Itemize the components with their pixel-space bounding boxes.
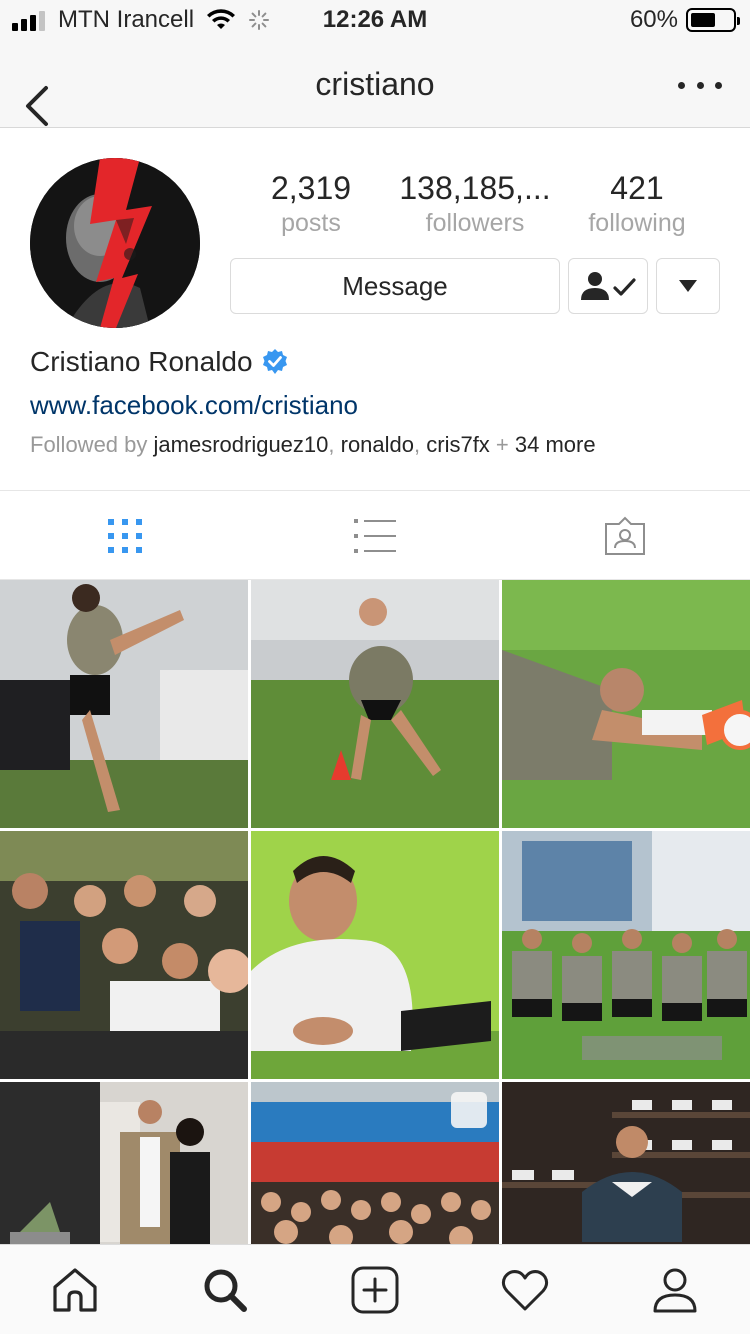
following-stat[interactable]: 421 following bbox=[552, 170, 722, 238]
following-status-button[interactable] bbox=[568, 258, 648, 314]
home-icon bbox=[53, 1268, 97, 1312]
avatar-image bbox=[30, 158, 200, 328]
grid-icon bbox=[108, 519, 142, 553]
nav-add-post[interactable] bbox=[300, 1245, 450, 1334]
bottom-navigation bbox=[0, 1244, 750, 1334]
nav-profile[interactable] bbox=[600, 1245, 750, 1334]
followers-count: 138,185,... bbox=[399, 170, 551, 206]
separator: , bbox=[414, 432, 427, 457]
nav-header: cristiano bbox=[0, 40, 750, 128]
nav-activity[interactable] bbox=[450, 1245, 600, 1334]
tab-grid[interactable] bbox=[0, 491, 250, 581]
tagged-icon bbox=[605, 516, 645, 555]
status-right: 60% bbox=[629, 6, 740, 34]
posts-label: posts bbox=[281, 209, 341, 237]
nav-home[interactable] bbox=[0, 1245, 150, 1334]
follower-username-2: ronaldo bbox=[340, 432, 415, 457]
page-title: cristiano bbox=[315, 66, 435, 102]
post-thumbnail[interactable] bbox=[251, 831, 499, 1079]
photo-grid bbox=[0, 580, 750, 1244]
profile-name: Cristiano Ronaldo bbox=[30, 346, 253, 377]
follower-username-3: cris7fx bbox=[426, 432, 490, 457]
separator: , bbox=[328, 432, 341, 457]
followers-stat[interactable]: 138,185,... followers bbox=[390, 170, 560, 238]
profile-tabs bbox=[0, 490, 750, 580]
post-thumbnail[interactable] bbox=[251, 580, 499, 828]
more-horizontal-icon[interactable] bbox=[678, 70, 722, 100]
status-bar: MTN Irancell 12:26 AM 60% bbox=[0, 0, 750, 40]
posts-stat[interactable]: 2,319 posts bbox=[226, 170, 396, 238]
post-thumbnail[interactable] bbox=[502, 1082, 750, 1244]
website-link[interactable]: www.facebook.com/cristiano bbox=[30, 390, 358, 421]
post-thumbnail[interactable] bbox=[0, 1082, 248, 1244]
add-post-icon bbox=[351, 1266, 399, 1314]
follower-username-1: jamesrodriguez10 bbox=[153, 432, 329, 457]
followers-label: followers bbox=[425, 209, 525, 237]
heart-icon bbox=[501, 1270, 549, 1311]
post-thumbnail[interactable] bbox=[0, 580, 248, 828]
triangle-down-icon bbox=[679, 280, 697, 292]
battery-percent: 60% bbox=[629, 6, 678, 33]
verified-badge-icon bbox=[262, 349, 287, 374]
posts-count: 2,319 bbox=[270, 170, 352, 206]
profile-name-row: Cristiano Ronaldo bbox=[30, 346, 289, 378]
profile-icon bbox=[653, 1268, 697, 1313]
followed-by-text[interactable]: Followed by jamesrodriguez10, ronaldo, c… bbox=[30, 432, 596, 458]
post-thumbnail[interactable] bbox=[0, 831, 248, 1079]
following-count: 421 bbox=[610, 170, 664, 206]
profile-stats: 2,319 posts 138,185,... followers 421 fo… bbox=[230, 170, 720, 250]
search-icon bbox=[204, 1269, 247, 1312]
plus-sign: + bbox=[489, 432, 515, 457]
avatar[interactable] bbox=[30, 158, 200, 328]
tab-tagged[interactable] bbox=[500, 491, 750, 581]
followed-by-prefix: Followed by bbox=[30, 432, 154, 457]
list-icon bbox=[354, 519, 396, 553]
post-thumbnail[interactable] bbox=[251, 1082, 499, 1244]
person-check-icon bbox=[581, 272, 636, 300]
post-thumbnail[interactable] bbox=[502, 831, 750, 1079]
suggested-dropdown-button[interactable] bbox=[656, 258, 720, 314]
more-followers: 34 more bbox=[514, 432, 596, 457]
tab-list[interactable] bbox=[250, 491, 500, 581]
message-button[interactable]: Message bbox=[230, 258, 560, 314]
nav-search[interactable] bbox=[150, 1245, 300, 1334]
following-label: following bbox=[588, 209, 686, 237]
battery-icon bbox=[686, 8, 740, 32]
post-thumbnail[interactable] bbox=[502, 580, 750, 828]
